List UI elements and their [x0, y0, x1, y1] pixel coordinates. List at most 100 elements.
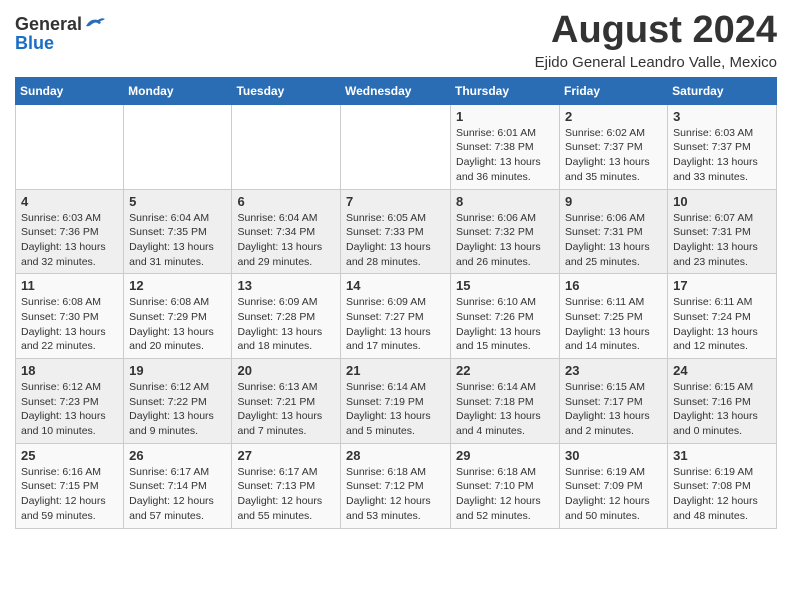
- weekday-header-row: SundayMondayTuesdayWednesdayThursdayFrid…: [16, 77, 777, 104]
- day-number: 21: [346, 363, 445, 378]
- day-detail: Sunrise: 6:04 AM Sunset: 7:35 PM Dayligh…: [129, 211, 226, 270]
- calendar-body: 1 Sunrise: 6:01 AM Sunset: 7:38 PM Daylig…: [16, 104, 777, 528]
- day-detail: Sunrise: 6:03 AM Sunset: 7:37 PM Dayligh…: [673, 126, 771, 185]
- calendar-cell: 20Sunrise: 6:13 AM Sunset: 7:21 PM Dayli…: [232, 359, 341, 444]
- calendar-cell: 22Sunrise: 6:14 AM Sunset: 7:18 PM Dayli…: [451, 359, 560, 444]
- calendar-cell: [232, 104, 341, 189]
- calendar-week-5: 25 Sunrise: 6:16 AM Sunset: 7:15 PM Dayli…: [16, 443, 777, 528]
- logo-general-text: General: [15, 15, 82, 33]
- day-detail: Sunrise: 6:16 AM Sunset: 7:15 PM Dayligh…: [21, 465, 118, 524]
- calendar-cell: 7 Sunrise: 6:05 AM Sunset: 7:33 PM Daylig…: [341, 189, 451, 274]
- calendar-cell: 19Sunrise: 6:12 AM Sunset: 7:22 PM Dayli…: [124, 359, 232, 444]
- day-number: 14: [346, 278, 445, 293]
- day-detail: Sunrise: 6:17 AM Sunset: 7:14 PM Dayligh…: [129, 465, 226, 524]
- day-number: 12: [129, 278, 226, 293]
- calendar-cell: 6Sunrise: 6:04 AM Sunset: 7:34 PM Daylig…: [232, 189, 341, 274]
- calendar-cell: [124, 104, 232, 189]
- calendar-cell: 11 Sunrise: 6:08 AM Sunset: 7:30 PM Dayli…: [16, 274, 124, 359]
- day-number: 2: [565, 109, 662, 124]
- day-number: 1: [456, 109, 554, 124]
- day-detail: Sunrise: 6:19 AM Sunset: 7:08 PM Dayligh…: [673, 465, 771, 524]
- day-detail: Sunrise: 6:02 AM Sunset: 7:37 PM Dayligh…: [565, 126, 662, 185]
- calendar-cell: 31 Sunrise: 6:19 AM Sunset: 7:08 PM Dayli…: [668, 443, 777, 528]
- day-number: 13: [237, 278, 335, 293]
- calendar-week-2: 4Sunrise: 6:03 AM Sunset: 7:36 PM Daylig…: [16, 189, 777, 274]
- page-header: General Blue August 2024 Ejido General L…: [15, 10, 777, 71]
- day-number: 7: [346, 194, 445, 209]
- location-text: Ejido General Leandro Valle, Mexico: [535, 54, 777, 71]
- day-detail: Sunrise: 6:10 AM Sunset: 7:26 PM Dayligh…: [456, 295, 554, 354]
- day-number: 27: [237, 448, 335, 463]
- day-detail: Sunrise: 6:17 AM Sunset: 7:13 PM Dayligh…: [237, 465, 335, 524]
- calendar-cell: 24 Sunrise: 6:15 AM Sunset: 7:16 PM Dayli…: [668, 359, 777, 444]
- weekday-header-thursday: Thursday: [451, 77, 560, 104]
- day-number: 16: [565, 278, 662, 293]
- bird-icon: [84, 16, 106, 34]
- calendar-cell: 16 Sunrise: 6:11 AM Sunset: 7:25 PM Dayli…: [560, 274, 668, 359]
- day-number: 17: [673, 278, 771, 293]
- day-number: 5: [129, 194, 226, 209]
- calendar-cell: 26Sunrise: 6:17 AM Sunset: 7:14 PM Dayli…: [124, 443, 232, 528]
- calendar-cell: 4Sunrise: 6:03 AM Sunset: 7:36 PM Daylig…: [16, 189, 124, 274]
- calendar-cell: 25 Sunrise: 6:16 AM Sunset: 7:15 PM Dayli…: [16, 443, 124, 528]
- day-detail: Sunrise: 6:12 AM Sunset: 7:23 PM Dayligh…: [21, 380, 118, 439]
- day-number: 19: [129, 363, 226, 378]
- logo-blue-text: Blue: [15, 34, 106, 52]
- calendar-cell: 9 Sunrise: 6:06 AM Sunset: 7:31 PM Daylig…: [560, 189, 668, 274]
- day-detail: Sunrise: 6:15 AM Sunset: 7:16 PM Dayligh…: [673, 380, 771, 439]
- day-number: 4: [21, 194, 118, 209]
- day-detail: Sunrise: 6:15 AM Sunset: 7:17 PM Dayligh…: [565, 380, 662, 439]
- day-detail: Sunrise: 6:08 AM Sunset: 7:30 PM Dayligh…: [21, 295, 118, 354]
- calendar-cell: 14 Sunrise: 6:09 AM Sunset: 7:27 PM Dayli…: [341, 274, 451, 359]
- calendar-cell: 12 Sunrise: 6:08 AM Sunset: 7:29 PM Dayli…: [124, 274, 232, 359]
- day-number: 18: [21, 363, 118, 378]
- day-detail: Sunrise: 6:11 AM Sunset: 7:24 PM Dayligh…: [673, 295, 771, 354]
- day-detail: Sunrise: 6:08 AM Sunset: 7:29 PM Dayligh…: [129, 295, 226, 354]
- calendar-cell: 3 Sunrise: 6:03 AM Sunset: 7:37 PM Daylig…: [668, 104, 777, 189]
- day-number: 29: [456, 448, 554, 463]
- month-title: August 2024: [535, 10, 777, 52]
- calendar-cell: 8Sunrise: 6:06 AM Sunset: 7:32 PM Daylig…: [451, 189, 560, 274]
- day-number: 25: [21, 448, 118, 463]
- calendar-cell: [341, 104, 451, 189]
- day-number: 28: [346, 448, 445, 463]
- day-number: 8: [456, 194, 554, 209]
- calendar-cell: 21 Sunrise: 6:14 AM Sunset: 7:19 PM Dayli…: [341, 359, 451, 444]
- day-detail: Sunrise: 6:14 AM Sunset: 7:19 PM Dayligh…: [346, 380, 445, 439]
- calendar-cell: 23Sunrise: 6:15 AM Sunset: 7:17 PM Dayli…: [560, 359, 668, 444]
- day-detail: Sunrise: 6:14 AM Sunset: 7:18 PM Dayligh…: [456, 380, 554, 439]
- title-area: August 2024 Ejido General Leandro Valle,…: [535, 10, 777, 71]
- calendar-week-4: 18 Sunrise: 6:12 AM Sunset: 7:23 PM Dayli…: [16, 359, 777, 444]
- calendar-cell: 27 Sunrise: 6:17 AM Sunset: 7:13 PM Dayli…: [232, 443, 341, 528]
- weekday-header-tuesday: Tuesday: [232, 77, 341, 104]
- calendar-cell: 18 Sunrise: 6:12 AM Sunset: 7:23 PM Dayli…: [16, 359, 124, 444]
- calendar-cell: 15 Sunrise: 6:10 AM Sunset: 7:26 PM Dayli…: [451, 274, 560, 359]
- weekday-header-monday: Monday: [124, 77, 232, 104]
- day-detail: Sunrise: 6:07 AM Sunset: 7:31 PM Dayligh…: [673, 211, 771, 270]
- calendar-cell: 17 Sunrise: 6:11 AM Sunset: 7:24 PM Dayli…: [668, 274, 777, 359]
- day-number: 31: [673, 448, 771, 463]
- calendar-cell: 1 Sunrise: 6:01 AM Sunset: 7:38 PM Daylig…: [451, 104, 560, 189]
- day-detail: Sunrise: 6:19 AM Sunset: 7:09 PM Dayligh…: [565, 465, 662, 524]
- day-number: 3: [673, 109, 771, 124]
- day-detail: Sunrise: 6:05 AM Sunset: 7:33 PM Dayligh…: [346, 211, 445, 270]
- day-detail: Sunrise: 6:11 AM Sunset: 7:25 PM Dayligh…: [565, 295, 662, 354]
- day-detail: Sunrise: 6:09 AM Sunset: 7:28 PM Dayligh…: [237, 295, 335, 354]
- day-detail: Sunrise: 6:01 AM Sunset: 7:38 PM Dayligh…: [456, 126, 554, 185]
- day-detail: Sunrise: 6:04 AM Sunset: 7:34 PM Dayligh…: [237, 211, 335, 270]
- day-number: 20: [237, 363, 335, 378]
- calendar-cell: 13 Sunrise: 6:09 AM Sunset: 7:28 PM Dayli…: [232, 274, 341, 359]
- day-number: 11: [21, 278, 118, 293]
- day-number: 10: [673, 194, 771, 209]
- calendar-week-1: 1 Sunrise: 6:01 AM Sunset: 7:38 PM Daylig…: [16, 104, 777, 189]
- calendar-cell: [16, 104, 124, 189]
- calendar-table: SundayMondayTuesdayWednesdayThursdayFrid…: [15, 77, 777, 529]
- day-number: 24: [673, 363, 771, 378]
- day-number: 15: [456, 278, 554, 293]
- day-number: 9: [565, 194, 662, 209]
- calendar-header: SundayMondayTuesdayWednesdayThursdayFrid…: [16, 77, 777, 104]
- day-detail: Sunrise: 6:06 AM Sunset: 7:31 PM Dayligh…: [565, 211, 662, 270]
- day-detail: Sunrise: 6:18 AM Sunset: 7:12 PM Dayligh…: [346, 465, 445, 524]
- weekday-header-saturday: Saturday: [668, 77, 777, 104]
- day-detail: Sunrise: 6:09 AM Sunset: 7:27 PM Dayligh…: [346, 295, 445, 354]
